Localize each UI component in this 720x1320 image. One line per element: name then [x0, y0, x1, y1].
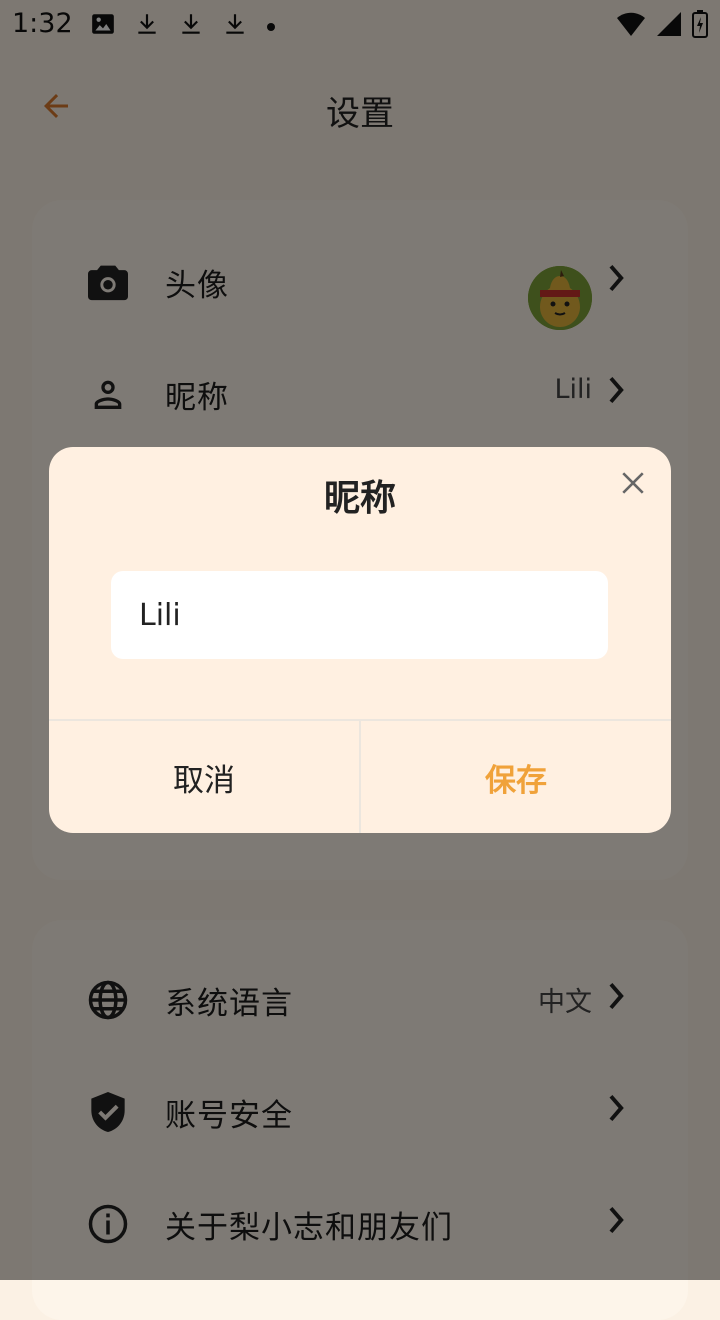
nickname-input[interactable] — [111, 571, 608, 659]
close-button[interactable] — [615, 467, 651, 503]
cancel-button[interactable]: 取消 — [49, 721, 359, 833]
save-button[interactable]: 保存 — [361, 721, 671, 833]
nickname-dialog: 昵称 取消 保存 — [49, 447, 671, 833]
close-icon — [620, 470, 646, 500]
dialog-title: 昵称 — [323, 478, 396, 519]
